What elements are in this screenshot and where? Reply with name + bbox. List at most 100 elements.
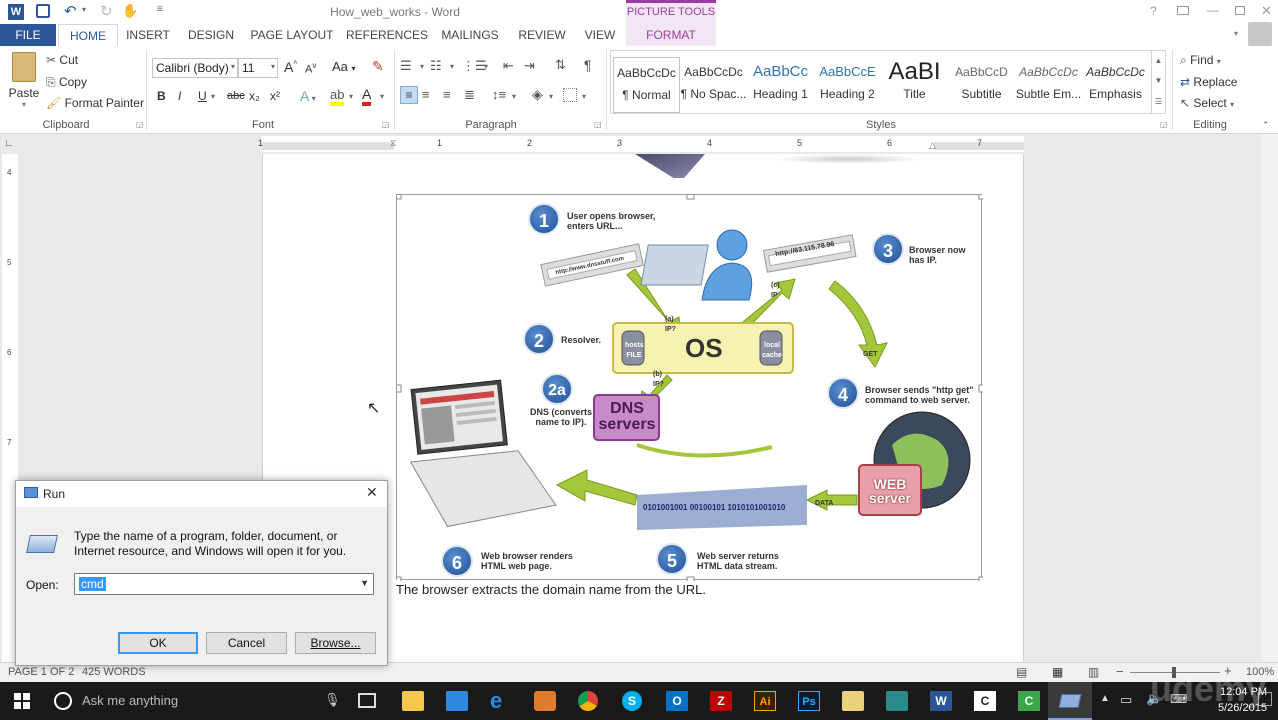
tab-references[interactable]: REFERENCES bbox=[346, 24, 428, 46]
ok-button[interactable]: OK bbox=[118, 632, 198, 654]
italic-button[interactable]: I bbox=[178, 89, 181, 103]
styles-scroll-down-icon[interactable]: ▼ bbox=[1151, 71, 1165, 91]
undo-icon[interactable]: ↶ bbox=[64, 2, 77, 20]
cancel-button[interactable]: Cancel bbox=[206, 632, 287, 654]
open-dropdown-icon[interactable]: ▼ bbox=[360, 578, 369, 588]
search-box[interactable]: Ask me anything 🎙 bbox=[80, 690, 342, 712]
selected-picture[interactable]: 1 User opens browser, enters URL... 2 Re… bbox=[396, 194, 983, 581]
grow-font-button[interactable]: A^ bbox=[284, 59, 297, 75]
customize-qat-icon[interactable]: ≡ bbox=[157, 4, 163, 15]
tab-page-layout[interactable]: PAGE LAYOUT bbox=[248, 24, 336, 46]
ribbon-display-options-icon[interactable] bbox=[1177, 6, 1189, 15]
subscript-button[interactable]: x₂ bbox=[249, 89, 260, 103]
align-right-icon[interactable]: ≡ bbox=[443, 87, 451, 102]
cut-button[interactable]: ✂ Cut bbox=[46, 53, 78, 67]
shrink-font-button[interactable]: Av bbox=[305, 61, 316, 76]
strikethrough-button[interactable]: abc bbox=[227, 90, 245, 102]
style-emphasis[interactable]: AaBbCcDc Emphasis bbox=[1082, 57, 1149, 113]
bold-button[interactable]: B bbox=[157, 89, 166, 103]
store-icon[interactable] bbox=[446, 691, 468, 711]
bullets-icon[interactable]: ☰ bbox=[400, 58, 412, 74]
justify-icon[interactable]: ≣ bbox=[464, 87, 475, 103]
multilevel-dropdown-icon[interactable]: ▾ bbox=[484, 62, 488, 71]
numbering-dropdown-icon[interactable]: ▾ bbox=[450, 62, 454, 71]
show-hidden-icons[interactable]: ▲ bbox=[1100, 693, 1110, 704]
clear-formatting-icon[interactable]: ✎ bbox=[372, 58, 384, 75]
select-button[interactable]: ↖ Select ▾ bbox=[1180, 96, 1234, 110]
find-button[interactable]: ⌕ Find ▾ bbox=[1180, 53, 1221, 68]
open-input-value[interactable]: cmd bbox=[79, 577, 106, 591]
shading-dropdown-icon[interactable]: ▾ bbox=[549, 92, 553, 101]
open-combo[interactable]: cmd ▼ bbox=[74, 573, 374, 595]
borders-icon[interactable] bbox=[563, 88, 577, 102]
font-name-combo[interactable]: Calibri (Body) ▾ bbox=[152, 58, 238, 78]
highlight-dropdown-icon[interactable]: ▾ bbox=[349, 92, 353, 101]
user-dropdown-icon[interactable]: ▾ bbox=[1234, 29, 1238, 38]
read-mode-icon[interactable]: ▤ bbox=[1016, 665, 1027, 679]
app-icon[interactable] bbox=[886, 691, 908, 711]
tab-design[interactable]: DESIGN bbox=[180, 24, 242, 46]
style-title[interactable]: AaBI Title bbox=[881, 57, 948, 113]
multilevel-list-icon[interactable]: ⋮☰ bbox=[462, 58, 487, 74]
tab-selector-icon[interactable]: ∟ bbox=[4, 138, 18, 152]
zoom-out-icon[interactable]: − bbox=[1116, 664, 1124, 679]
align-left-icon[interactable]: ≡ bbox=[400, 86, 418, 104]
save-icon[interactable] bbox=[36, 4, 50, 18]
increase-indent-icon[interactable]: ⇥ bbox=[524, 58, 535, 74]
tab-review[interactable]: REVIEW bbox=[514, 24, 570, 46]
minimize-icon[interactable]: — bbox=[1207, 3, 1219, 17]
network-icon[interactable]: ▭ bbox=[1120, 692, 1132, 708]
line-spacing-icon[interactable]: ↕≡ bbox=[492, 87, 506, 102]
tab-view[interactable]: VIEW bbox=[578, 24, 622, 46]
camtasia-icon[interactable]: C bbox=[974, 691, 996, 711]
format-painter-button[interactable]: 🖌 Format Painter bbox=[46, 96, 144, 110]
browse-button[interactable]: Browse... bbox=[295, 632, 376, 654]
horizontal-ruler[interactable]: 1 1 2 3 4 5 6 7 ⧖ △ bbox=[258, 136, 1024, 152]
collapse-ribbon-icon[interactable]: ⌃ bbox=[1262, 120, 1270, 131]
restore-icon[interactable] bbox=[1235, 6, 1245, 15]
superscript-button[interactable]: x² bbox=[270, 89, 280, 103]
skype-icon[interactable]: S bbox=[622, 691, 642, 711]
sort-icon[interactable]: ⇅ bbox=[555, 57, 566, 73]
text-effects-button[interactable]: A ▾ bbox=[300, 88, 316, 104]
outlook-icon[interactable]: O bbox=[666, 691, 688, 711]
line-spacing-dropdown-icon[interactable]: ▾ bbox=[512, 92, 516, 101]
folder-icon[interactable] bbox=[842, 691, 864, 711]
style-normal[interactable]: AaBbCcDc ¶ Normal bbox=[613, 57, 680, 113]
vertical-scrollbar[interactable] bbox=[1262, 134, 1278, 662]
show-formatting-icon[interactable]: ¶ bbox=[584, 57, 592, 73]
illustrator-icon[interactable]: Ai bbox=[754, 691, 776, 711]
close-window-icon[interactable]: ✕ bbox=[1261, 3, 1272, 19]
style-subtle-emphasis[interactable]: AaBbCcDc Subtle Em... bbox=[1015, 57, 1082, 113]
filezilla-icon[interactable]: Z bbox=[710, 691, 732, 711]
copy-button[interactable]: ⎘ Copy bbox=[46, 75, 87, 90]
font-color-button[interactable]: A bbox=[362, 86, 372, 106]
font-name-dropdown-icon[interactable]: ▾ bbox=[231, 62, 235, 71]
chrome-icon[interactable] bbox=[578, 691, 598, 711]
print-layout-icon[interactable]: ▦ bbox=[1052, 665, 1063, 679]
word-count[interactable]: 425 WORDS bbox=[82, 666, 146, 678]
tab-insert[interactable]: INSERT bbox=[120, 24, 176, 46]
style-heading-2[interactable]: AaBbCcE Heading 2 bbox=[814, 57, 881, 113]
shading-icon[interactable]: ◈ bbox=[532, 86, 543, 103]
replace-button[interactable]: ⇄ Replace bbox=[1180, 75, 1237, 89]
touch-mode-icon[interactable]: ✋ bbox=[122, 3, 138, 19]
action-center-icon[interactable] bbox=[1258, 692, 1272, 706]
change-case-button[interactable]: Aa ▾ bbox=[332, 59, 356, 74]
web-layout-icon[interactable]: ▥ bbox=[1088, 665, 1099, 679]
cortana-icon[interactable] bbox=[54, 692, 72, 710]
font-color-dropdown-icon[interactable]: ▾ bbox=[380, 92, 384, 101]
font-size-combo[interactable]: 11 ▾ bbox=[238, 58, 278, 78]
font-launcher-icon[interactable]: ◲ bbox=[382, 120, 390, 129]
paragraph-launcher-icon[interactable]: ◲ bbox=[594, 120, 602, 129]
user-avatar[interactable] bbox=[1248, 22, 1272, 46]
font-size-dropdown-icon[interactable]: ▾ bbox=[271, 62, 275, 71]
app-green-icon[interactable]: C bbox=[1018, 691, 1040, 711]
microphone-icon[interactable]: 🎙 bbox=[324, 692, 341, 708]
document-caption[interactable]: The browser extracts the domain name fro… bbox=[396, 582, 706, 597]
photoshop-icon[interactable]: Ps bbox=[798, 691, 820, 711]
highlight-icon[interactable]: ab bbox=[330, 87, 345, 106]
word-taskbar-icon[interactable]: W bbox=[930, 691, 952, 711]
style-heading-1[interactable]: AaBbCc Heading 1 bbox=[747, 57, 814, 113]
close-icon[interactable]: ✕ bbox=[366, 484, 378, 501]
